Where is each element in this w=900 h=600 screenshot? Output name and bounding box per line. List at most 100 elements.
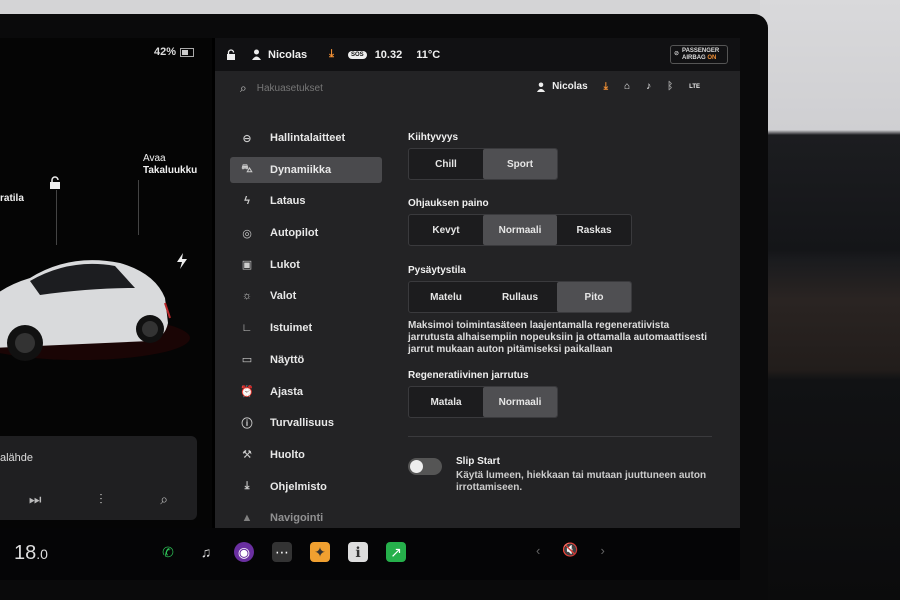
bluetooth-icon[interactable]: ᛒ xyxy=(667,81,673,92)
profile-button[interactable]: Nicolas xyxy=(536,81,588,92)
mute-icon[interactable]: 🔇 xyxy=(562,542,578,558)
profile-name[interactable]: Nicolas xyxy=(268,49,307,61)
stop-option-rullaus[interactable]: Rullaus xyxy=(483,282,557,312)
frunk-label[interactable]: ratila xyxy=(0,193,24,205)
regen-option-normaali[interactable]: Normaali xyxy=(483,387,557,417)
settings-panel: Nicolas ⤓ SOS 10.32 11°C ⊘ PASSENGER AIRB… xyxy=(215,38,740,528)
regen-option-matala[interactable]: Matala xyxy=(409,387,483,417)
volume-controls: ‹ 🔇 › xyxy=(536,542,605,558)
menu-item-huolto[interactable]: ⚒ Huolto xyxy=(230,442,382,468)
menu-item-lataus[interactable]: ϟ Lataus xyxy=(230,188,382,214)
menu-label: Ajasta xyxy=(270,385,304,398)
search-input[interactable]: Hakuasetukset xyxy=(257,83,323,94)
menu-item-valot[interactable]: ☼ Valot xyxy=(230,283,382,309)
menu-label: Hallintalaitteet xyxy=(270,132,346,144)
menu-item-ohjelmisto[interactable]: ⤓ Ohjelmisto xyxy=(230,474,382,500)
profile-icon[interactable] xyxy=(251,49,262,60)
info-icon: ⓘ xyxy=(241,418,253,431)
menu-label: Dynamiikka xyxy=(270,163,332,176)
passenger-airbag-indicator: ⊘ PASSENGER AIRBAG ON xyxy=(670,45,728,64)
menu-label: Valot xyxy=(270,290,297,303)
media-player[interactable]: alähde ⏭ ⫶ ⌕ xyxy=(0,436,197,520)
menu-item-naytto[interactable]: ▭ Näyttö xyxy=(230,347,382,373)
settings-menu: ⊖ Hallintalaitteet ⛍ Dynamiikka ϟ Lataus ◎ A… xyxy=(230,125,382,528)
stop-option-pito[interactable]: Pito xyxy=(557,282,631,312)
battery-percent: 42% xyxy=(154,46,177,58)
battery-status: 42% xyxy=(154,46,195,58)
manual-icon[interactable]: ℹ xyxy=(348,542,368,562)
next-track-icon[interactable]: ⏭ xyxy=(29,491,42,508)
slip-start-title: Slip Start xyxy=(456,456,500,467)
temp-decimal: .0 xyxy=(36,546,48,562)
airbag-label-line2: AIRBAG xyxy=(682,54,706,61)
pointer-line xyxy=(138,180,139,235)
accel-option-chill[interactable]: Chill xyxy=(409,149,483,179)
search-icon: ⌕ xyxy=(240,81,247,95)
app-launcher: ✆ ♫ ◉ ⋯ ✦ ℹ ↗ xyxy=(158,542,406,562)
phone-icon[interactable]: ✆ xyxy=(158,542,178,562)
steering-option-raskas[interactable]: Raskas xyxy=(557,215,631,245)
menu-item-lukot[interactable]: ▣ Lukot xyxy=(230,252,382,278)
status-bar: Nicolas ⤓ SOS 10.32 11°C ⊘ PASSENGER AIRB… xyxy=(215,38,740,71)
sos-icon[interactable]: SOS xyxy=(348,50,367,59)
menu-item-navigointi[interactable]: ▲ Navigointi xyxy=(230,505,382,528)
settings-search[interactable]: ⌕ Hakuasetukset xyxy=(240,81,323,96)
unlock-icon[interactable] xyxy=(48,176,62,190)
unlock-icon[interactable] xyxy=(225,48,237,61)
menu-label: Istuimet xyxy=(270,322,313,335)
menu-item-istuimet[interactable]: ∟ Istuimet xyxy=(230,315,382,341)
energy-chart-icon[interactable]: ↗ xyxy=(386,542,406,562)
clock: 10.32 xyxy=(374,48,403,61)
download-icon[interactable]: ⤓ xyxy=(329,48,334,61)
chevron-right-icon[interactable]: › xyxy=(601,543,605,558)
camera-icon[interactable]: ◉ xyxy=(234,542,254,562)
toybox-icon[interactable]: ✦ xyxy=(310,542,330,562)
equalizer-icon[interactable]: ⫶ xyxy=(99,491,103,508)
menu-item-ajasta[interactable]: ⏰ Ajasta xyxy=(230,379,382,405)
menu-item-dynamiikka[interactable]: ⛍ Dynamiikka xyxy=(230,156,382,183)
airbag-label-line1: PASSENGER xyxy=(682,47,720,54)
temp-integer: 18 xyxy=(14,542,37,564)
music-icon[interactable]: ♫ xyxy=(196,542,216,562)
lock-icon: ▣ xyxy=(241,259,253,272)
battery-icon xyxy=(180,47,195,57)
download-icon: ⤓ xyxy=(244,480,250,493)
car-image xyxy=(0,260,190,361)
outside-temperature: 11°C xyxy=(416,48,441,61)
menu-item-turvallisuus[interactable]: ⓘ Turvallisuus xyxy=(230,410,382,436)
acceleration-selector: Chill Sport xyxy=(408,148,558,180)
slip-start-toggle[interactable] xyxy=(408,458,442,475)
trunk-label[interactable]: Avaa Takaluukku xyxy=(143,153,197,177)
steering-option-normaali[interactable]: Normaali xyxy=(483,215,557,245)
navigation-icon: ▲ xyxy=(241,512,253,525)
cabin-temperature[interactable]: 18.0 xyxy=(14,542,48,565)
menu-label: Näyttö xyxy=(270,353,305,366)
bell-icon[interactable]: ♪ xyxy=(646,81,651,92)
more-apps-icon[interactable]: ⋯ xyxy=(272,542,292,562)
stopping-mode-selector: Matelu Rullaus Pito xyxy=(408,281,632,313)
regen-braking-selector: Matala Normaali xyxy=(408,386,558,418)
seat-icon: ∟ xyxy=(241,322,253,335)
search-icon[interactable]: ⌕ xyxy=(160,491,168,508)
wrench-icon: ⚒ xyxy=(242,449,252,462)
download-icon[interactable]: ⤓ xyxy=(604,81,608,92)
alarm-icon: ⏰ xyxy=(240,386,254,398)
menu-label: Autopilot xyxy=(270,227,319,240)
menu-item-hallintalaitteet[interactable]: ⊖ Hallintalaitteet xyxy=(230,125,382,151)
garage-icon[interactable]: ⌂ xyxy=(624,81,630,92)
quick-icons-row: Nicolas ⤓ ⌂ ♪ ᛒ LTE xyxy=(536,81,700,92)
steering-option-kevyt[interactable]: Kevyt xyxy=(409,215,483,245)
menu-label: Ohjelmisto xyxy=(270,480,327,493)
regen-braking-title: Regeneratiivinen jarrutus xyxy=(408,370,529,381)
dashboard-background xyxy=(760,0,900,600)
accel-option-sport[interactable]: Sport xyxy=(483,149,557,179)
touchscreen: 42% Avaa Takaluukku ratila alähde ⏭ ⫶ ⌕ … xyxy=(0,38,740,528)
dock-bar: 18.0 ✆ ♫ ◉ ⋯ ✦ ℹ ↗ ‹ 🔇 › xyxy=(0,528,740,580)
chevron-left-icon[interactable]: ‹ xyxy=(536,543,540,558)
steering-title: Ohjauksen paino xyxy=(408,198,489,209)
menu-label: Lataus xyxy=(270,195,306,208)
profile-icon xyxy=(536,81,546,92)
menu-item-autopilot[interactable]: ◎ Autopilot xyxy=(230,220,382,246)
profile-name: Nicolas xyxy=(552,81,588,92)
stop-option-matelu[interactable]: Matelu xyxy=(409,282,483,312)
